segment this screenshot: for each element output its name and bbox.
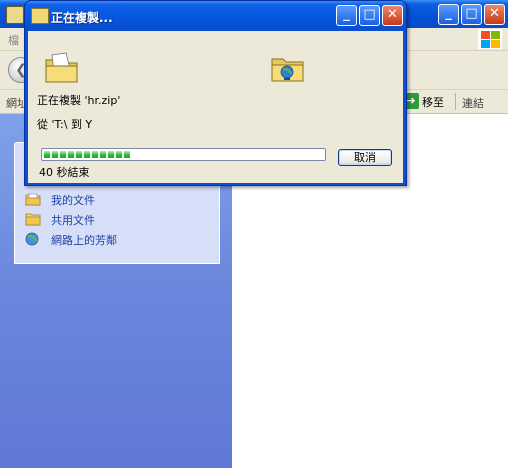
dialog-title: 正在複製... [51,11,113,25]
progress-chunk [124,151,130,158]
copy-from-to-text: 從 'T:\ 到 Y [37,118,93,131]
progress-chunk [100,151,106,158]
task-label: 共用文件 [51,214,95,227]
explorer-maximize-button[interactable]: □ [461,4,482,25]
progress-chunk [44,151,50,158]
progress-chunk [92,151,98,158]
cancel-button[interactable]: 取消 [338,149,392,166]
dialog-close-button[interactable]: ✕ [382,5,403,26]
network-icon [25,232,39,246]
menu-file[interactable]: 檔 [8,32,19,48]
time-remaining-text: 40 秒結束 [39,166,90,179]
progress-chunk [76,151,82,158]
copying-file-text: 正在複製 'hr.zip' [37,94,121,107]
task-label: 網路上的芳鄰 [51,234,117,247]
dialog-maximize-button[interactable]: □ [359,5,380,26]
source-folder-icon [45,52,78,83]
documents-icon [25,193,41,206]
toolbar-separator [455,93,456,110]
task-label: 我的文件 [51,194,95,207]
explorer-close-button[interactable]: ✕ [484,4,505,25]
destination-folder-icon [271,58,304,82]
copy-progress-bar [41,148,326,161]
go-label: 移至 [422,96,444,109]
progress-chunk [84,151,90,158]
progress-track [44,151,323,158]
shared-folder-icon [25,213,41,226]
dialog-minimize-button[interactable]: _ [336,5,357,26]
progress-chunk [52,151,58,158]
dialog-titlebar[interactable]: 正在複製... _ □ ✕ [25,1,406,31]
copy-progress-dialog: 正在複製... _ □ ✕ 正在複製 'hr.zip' 從 'T:\ 到 Y 取… [24,0,407,186]
copy-folder-icon [31,8,49,24]
links-label[interactable]: 連結 [462,95,484,111]
windows-logo-icon [478,29,502,49]
progress-chunk [68,151,74,158]
folder-app-icon [6,6,24,24]
progress-chunk [60,151,66,158]
dialog-body: 正在複製 'hr.zip' 從 'T:\ 到 Y 取消 40 秒結束 [28,31,403,183]
progress-chunk [116,151,122,158]
explorer-minimize-button[interactable]: _ [438,4,459,25]
progress-chunk [108,151,114,158]
